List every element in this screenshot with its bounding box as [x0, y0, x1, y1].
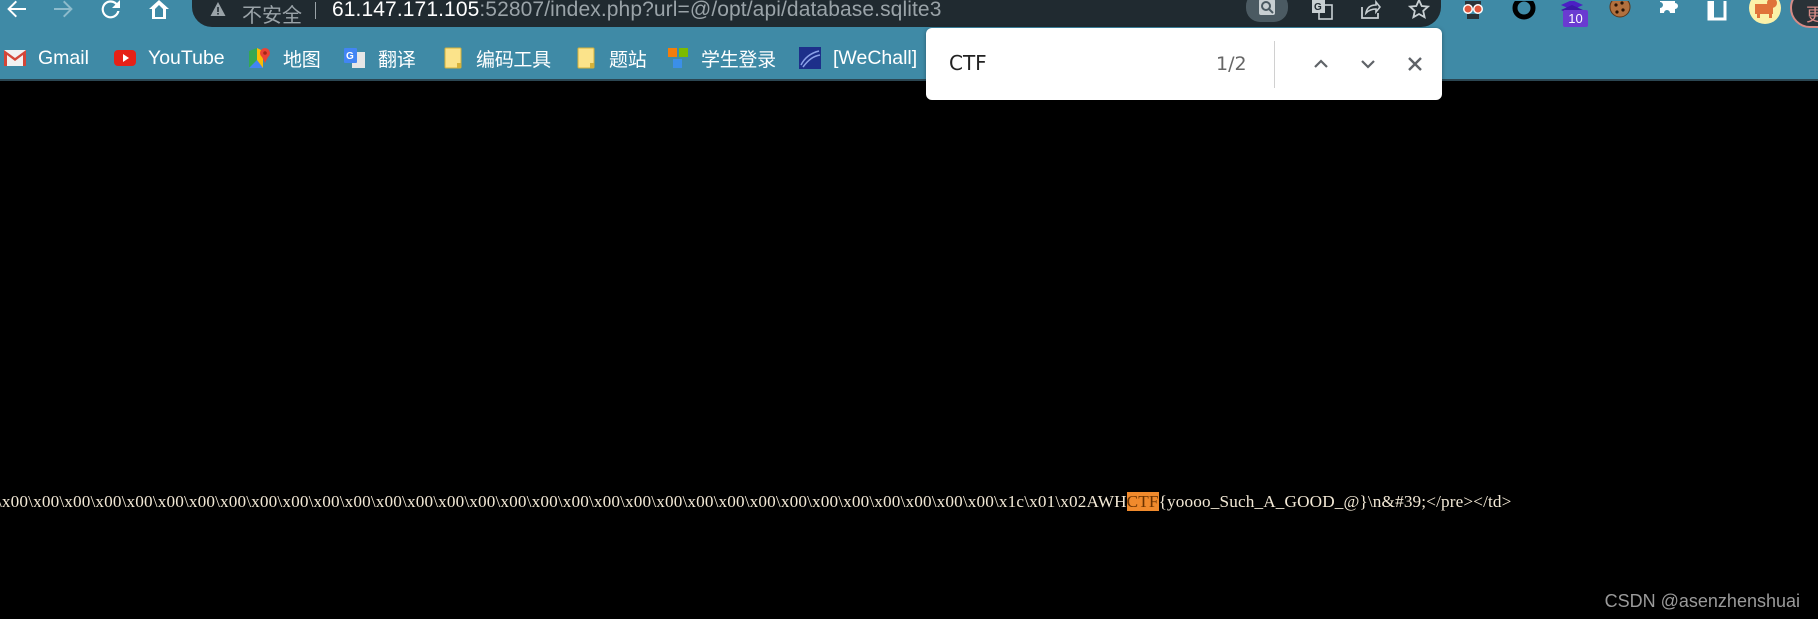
bookmark-folder-encoding-tools[interactable]: 编码工具	[442, 46, 551, 71]
reload-icon	[101, 0, 120, 19]
security-status-label[interactable]: 不安全	[242, 0, 302, 28]
translate-button[interactable]: G	[1307, 0, 1337, 22]
youtube-icon	[114, 48, 136, 68]
dump-suffix: {yoooo_Such_A_GOOD_@}\n&#39;</pre></td>	[1158, 492, 1512, 511]
folder-icon	[575, 47, 597, 69]
url-host: 61.147.171.105	[332, 0, 480, 21]
bookmark-label: 翻译	[378, 48, 416, 71]
svg-text:G: G	[346, 51, 354, 62]
bookmark-label: 学生登录	[701, 48, 776, 71]
close-icon	[1408, 57, 1422, 71]
ring-icon	[1512, 1, 1536, 20]
find-in-page-bar: 1/2	[926, 28, 1442, 100]
browser-toolbar: 不安全 61.147.171.105:52807/index.php?url=@…	[0, 0, 1818, 38]
bookmark-label: Gmail	[38, 46, 89, 69]
reload-button[interactable]	[96, 0, 126, 24]
profile-chip-glyph: 更	[1806, 5, 1818, 26]
forward-button[interactable]	[48, 0, 78, 24]
chevron-down-icon	[1361, 60, 1375, 69]
bookmark-student-login[interactable]: 学生登录	[667, 46, 776, 71]
bookmark-wechall[interactable]: [WeChall]	[799, 46, 917, 70]
raw-database-dump-line: \x00\x00\x00\x00\x00\x00\x00\x00\x00\x00…	[0, 492, 1512, 512]
dump-prefix: \x00\x00\x00\x00\x00\x00\x00\x00\x00\x00…	[0, 492, 1127, 511]
find-bar-divider	[1274, 41, 1275, 88]
find-lens-button[interactable]	[1246, 0, 1288, 22]
glasses-robot-icon	[1463, 1, 1483, 19]
corgi-avatar-icon	[1755, 0, 1777, 18]
profile-avatar[interactable]	[1749, 0, 1781, 24]
find-close-button[interactable]	[1400, 49, 1430, 79]
cookie-icon	[1609, 1, 1631, 18]
bookmark-label: YouTube	[148, 46, 225, 69]
gmail-icon	[4, 48, 26, 68]
warning-triangle-icon	[210, 2, 226, 16]
address-bar[interactable]: 不安全 61.147.171.105:52807/index.php?url=@…	[192, 0, 1441, 27]
back-arrow-icon	[7, 0, 26, 18]
wechall-icon	[799, 47, 821, 69]
home-button[interactable]	[144, 0, 174, 24]
translate-icon: G	[344, 48, 366, 68]
find-query-input[interactable]	[949, 51, 1149, 75]
bookmark-star-button[interactable]	[1404, 0, 1434, 22]
find-previous-button[interactable]	[1306, 49, 1336, 79]
bookmark-youtube[interactable]: YouTube	[114, 46, 225, 70]
extensions-menu-button[interactable]	[1653, 0, 1683, 24]
share-button[interactable]	[1355, 0, 1385, 22]
bookmark-label: 地图	[283, 48, 321, 71]
extension-badge-count: 10	[1563, 10, 1588, 27]
tiles-icon	[667, 48, 689, 68]
forward-arrow-icon	[54, 0, 73, 18]
profile-chip[interactable]: 更	[1790, 0, 1818, 28]
url-text[interactable]: 61.147.171.105:52807/index.php?url=@/opt…	[332, 0, 941, 22]
find-match-count: 1/2	[1216, 53, 1247, 75]
bookmark-maps[interactable]: 地图	[249, 46, 321, 71]
svg-text:G: G	[1314, 2, 1322, 13]
bookmark-translate[interactable]: G 翻译	[344, 46, 416, 71]
find-next-button[interactable]	[1353, 49, 1383, 79]
bookmark-folder-problem-sites[interactable]: 题站	[575, 46, 647, 71]
find-match-highlight: CTF	[1126, 492, 1159, 511]
bookmark-label: [WeChall]	[833, 46, 918, 69]
url-path: :52807/index.php?url=@/opt/api/database.…	[479, 0, 942, 21]
extension-cookie[interactable]	[1605, 0, 1635, 24]
chevron-up-icon	[1314, 59, 1328, 68]
home-icon	[149, 0, 169, 19]
maps-icon	[249, 48, 271, 68]
extension-ring[interactable]	[1509, 0, 1539, 24]
puzzle-piece-icon	[1660, 1, 1678, 13]
back-button[interactable]	[2, 0, 32, 24]
extension-glasses[interactable]	[1458, 0, 1488, 24]
bookmark-label: 编码工具	[476, 48, 551, 71]
bookmarks-bar: Gmail YouTube 地图 G 翻译 编码工具 题站 学生登录 [WeCh…	[0, 38, 1818, 81]
google-translate-icon: G	[1312, 0, 1333, 20]
share-icon	[1361, 0, 1381, 19]
side-panel-icon	[1707, 1, 1727, 21]
bookmark-label: 题站	[609, 48, 647, 71]
bookmark-gmail[interactable]: Gmail	[4, 46, 89, 70]
csdn-watermark: CSDN @asenzhenshuai	[1604, 591, 1800, 611]
search-lens-icon	[1259, 0, 1275, 15]
folder-icon	[442, 47, 464, 69]
side-panel-button[interactable]	[1702, 0, 1732, 24]
omnibox-separator	[315, 2, 316, 19]
star-icon	[1408, 0, 1430, 19]
